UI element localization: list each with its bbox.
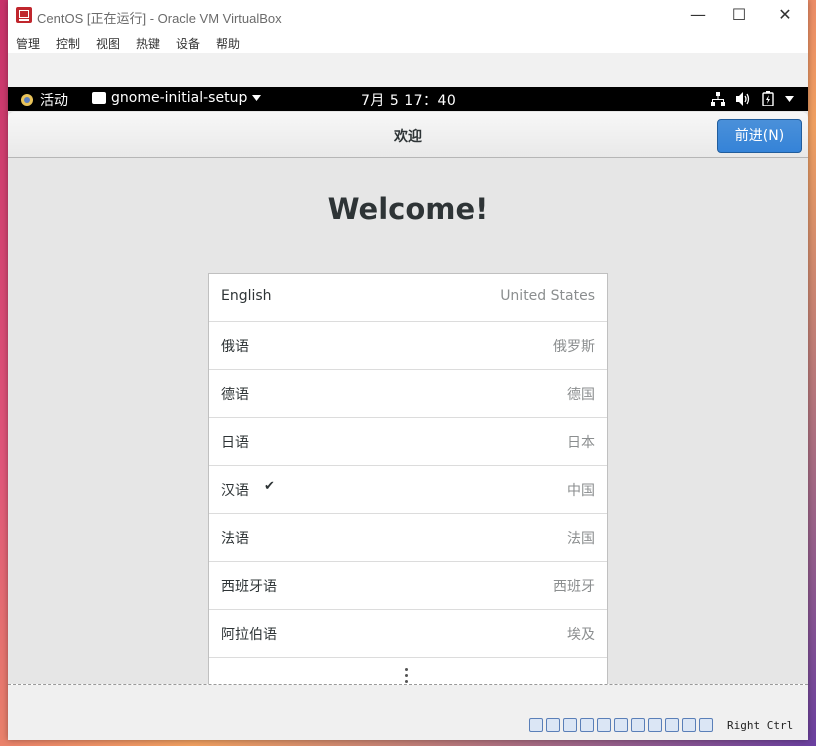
menu-help[interactable]: 帮助 [216,35,240,52]
menu-view[interactable]: 视图 [96,35,120,52]
language-row-french[interactable]: 法语 法国 [209,514,607,562]
language-name: English [221,288,272,304]
language-region: 法国 [567,531,595,547]
gnome-top-bar: 活动 gnome-initial-setup 7月 5 17：40 [8,87,808,111]
cpu-icon[interactable] [665,718,679,732]
chevron-down-icon [252,95,262,101]
language-region: 德国 [567,387,595,403]
guest-screen: 活动 gnome-initial-setup 7月 5 17：40 欢迎 前进(… [8,87,808,684]
virtualbox-window: CentOS [正在运行] - Oracle VM VirtualBox — ☐… [8,0,808,740]
display-icon[interactable] [631,718,645,732]
language-row-japanese[interactable]: 日语 日本 [209,418,607,466]
virtualbox-app-icon [16,7,32,23]
activities-label: 活动 [40,93,68,109]
language-row-arabic[interactable]: 阿拉伯语 埃及 [209,610,607,658]
menu-devices[interactable]: 设备 [176,35,200,52]
app-menu-label: gnome-initial-setup [111,90,248,106]
clock[interactable]: 7月 5 17：40 [361,90,456,110]
welcome-heading: Welcome! [327,192,489,226]
header-bar: 欢迎 前进(N) [8,112,808,158]
network-icon [711,91,725,106]
minimize-button[interactable]: — [683,4,713,26]
activities-button[interactable]: 活动 [20,90,68,110]
language-row-russian[interactable]: 俄语 俄罗斯 [209,322,607,370]
chevron-down-icon [785,95,794,102]
shared-folder-icon[interactable] [614,718,628,732]
language-name: 法语 [221,531,249,547]
toolbar-area [8,53,808,87]
gnome-foot-icon [21,94,33,106]
menu-manage[interactable]: 管理 [16,35,40,52]
mouse-integration-icon[interactable] [682,718,696,732]
menu-control[interactable]: 控制 [56,35,80,52]
language-region: 俄罗斯 [553,339,595,355]
language-name: 日语 [221,435,249,451]
window-title: CentOS [正在运行] - Oracle VM VirtualBox [37,11,282,26]
more-icon [405,668,408,683]
language-region: 中国 [567,483,595,499]
language-row-spanish[interactable]: 西班牙语 西班牙 [209,562,607,610]
language-name: 汉语 [221,483,249,499]
audio-icon[interactable] [563,718,577,732]
language-region: 西班牙 [553,579,595,595]
page-title: 欢迎 [394,129,422,145]
maximize-button[interactable]: ☐ [724,4,754,26]
app-menu[interactable]: gnome-initial-setup [92,90,262,106]
menu-hotkey[interactable]: 热键 [136,35,160,52]
host-key-label: Right Ctrl [727,719,794,732]
language-name: 西班牙语 [221,579,277,595]
language-row-chinese[interactable]: 汉语 ✔ 中国 [209,466,607,514]
hard-disk-icon[interactable] [529,718,543,732]
menu-bar: 管理 控制 视图 热键 设备 帮助 [8,31,808,53]
system-tray[interactable] [711,91,794,106]
usb-icon[interactable] [597,718,611,732]
language-name: 俄语 [221,339,249,355]
optical-drive-icon[interactable] [546,718,560,732]
keyboard-capture-icon[interactable] [699,718,713,732]
device-status-icons[interactable] [529,718,713,732]
status-bar: Right Ctrl [8,685,808,740]
window-icon [92,92,106,104]
checkmark-icon: ✔ [264,479,275,494]
title-bar: CentOS [正在运行] - Oracle VM VirtualBox — ☐… [8,0,808,31]
language-row-german[interactable]: 德语 德国 [209,370,607,418]
language-row-english[interactable]: English United States [209,274,607,322]
battery-icon [762,91,774,106]
more-languages-row[interactable] [209,658,607,684]
network-adapter-icon[interactable] [580,718,594,732]
volume-icon [736,91,750,106]
next-button[interactable]: 前进(N) [717,119,802,153]
language-region: United States [500,288,595,304]
language-name: 德语 [221,387,249,403]
language-list: English United States 俄语 俄罗斯 德语 德国 日语 日本… [208,273,608,684]
close-button[interactable]: ✕ [770,4,800,26]
language-region: 日本 [567,435,595,451]
language-name: 阿拉伯语 [221,627,277,643]
recording-icon[interactable] [648,718,662,732]
language-region: 埃及 [567,627,595,643]
